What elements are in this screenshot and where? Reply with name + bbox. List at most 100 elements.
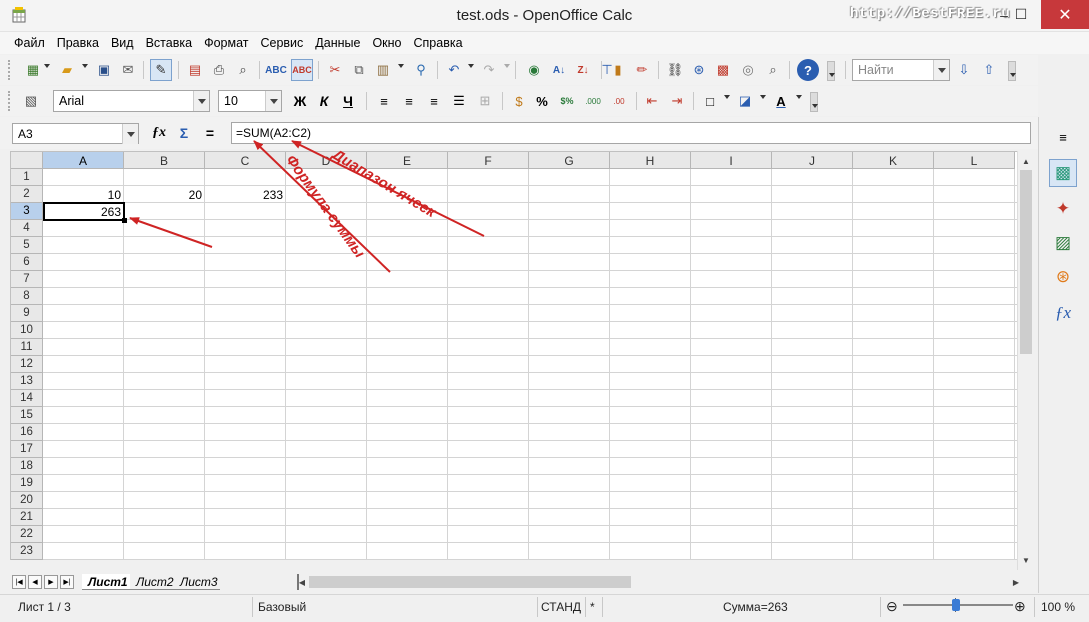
bold-button[interactable]: Ж [289, 90, 311, 112]
row-header-16[interactable]: 16 [11, 424, 43, 441]
font-color-icon[interactable]: A [770, 90, 792, 112]
sheet-tab-3[interactable]: Лист3 [174, 574, 220, 590]
toolbar-options-icon[interactable] [827, 61, 835, 81]
gallery-panel-icon[interactable]: ▨ [1049, 229, 1077, 257]
decrease-indent-icon[interactable]: ⇤ [641, 90, 663, 112]
number-format-icon[interactable]: $% [556, 90, 578, 112]
find-previous-icon[interactable]: ⇧ [978, 59, 1000, 81]
column-header-c[interactable]: C [205, 152, 286, 169]
zoom-in-icon[interactable]: ⊕ [1014, 598, 1026, 615]
row-header-8[interactable]: 8 [11, 288, 43, 305]
undo-icon[interactable]: ↶ [443, 59, 465, 81]
justify-icon[interactable]: ☰ [448, 90, 470, 112]
column-header-h[interactable]: H [610, 152, 691, 169]
clone-formatting-icon[interactable]: ⚲ [410, 59, 432, 81]
insert-chart-icon[interactable]: ▮ [607, 59, 629, 81]
cell-A2[interactable]: 10 [43, 186, 124, 203]
menu-help[interactable]: Справка [408, 32, 469, 54]
paste-icon[interactable]: ▥ [372, 59, 394, 81]
menu-edit[interactable]: Правка [51, 32, 105, 54]
vertical-scroll-thumb[interactable] [1020, 170, 1032, 354]
align-center-icon[interactable]: ≡ [398, 90, 420, 112]
page-preview-icon[interactable]: ⌕ [232, 59, 254, 81]
row-header-14[interactable]: 14 [11, 390, 43, 407]
increase-indent-icon[interactable]: ⇥ [666, 90, 688, 112]
cell-area[interactable]: 10 20 233 263 [43, 169, 1017, 560]
menu-file[interactable]: Файл [8, 32, 51, 54]
row-header-2[interactable]: 2 [11, 186, 43, 203]
row-header-17[interactable]: 17 [11, 441, 43, 458]
percent-format-icon[interactable]: % [531, 90, 553, 112]
help-icon[interactable]: ? [797, 59, 819, 81]
column-header-k[interactable]: K [853, 152, 934, 169]
add-decimal-icon[interactable]: .000 [582, 90, 604, 112]
last-sheet-icon[interactable]: ▶| [60, 575, 74, 589]
cell-B2[interactable]: 20 [124, 186, 205, 203]
menu-window[interactable]: Окно [366, 32, 407, 54]
menu-format[interactable]: Формат [198, 32, 254, 54]
find-toolbar-options-icon[interactable] [1008, 61, 1016, 81]
zoom-icon[interactable]: ⌕ [762, 59, 784, 81]
copy-icon[interactable]: ⧉ [348, 59, 370, 81]
scroll-up-icon[interactable]: ▲ [1018, 153, 1034, 169]
column-header-a[interactable]: A [43, 152, 124, 169]
menu-tools[interactable]: Сервис [254, 32, 309, 54]
open-dropdown-icon[interactable] [82, 64, 88, 68]
row-header-5[interactable]: 5 [11, 237, 43, 254]
redo-dropdown-icon[interactable] [504, 64, 510, 68]
autospellcheck-icon[interactable]: ABC [291, 59, 313, 81]
row-header-12[interactable]: 12 [11, 356, 43, 373]
toolbar-grip[interactable] [8, 91, 12, 111]
open-folder-icon[interactable]: ▰ [56, 59, 78, 81]
zoom-level[interactable]: 100 % [1041, 600, 1075, 614]
font-name-box[interactable]: Arial [53, 90, 210, 112]
row-header-22[interactable]: 22 [11, 526, 43, 543]
background-color-icon[interactable]: ◪ [734, 90, 756, 112]
sheet-tab-2[interactable]: Лист2 [130, 574, 174, 590]
row-header-7[interactable]: 7 [11, 271, 43, 288]
new-document-icon[interactable]: ▦ [22, 59, 44, 81]
prev-sheet-icon[interactable]: ◀ [28, 575, 42, 589]
sidebar-menu-icon[interactable]: ≡ [1049, 123, 1077, 151]
find-dropdown-icon[interactable] [933, 60, 949, 80]
hyperlink-icon[interactable]: ◉ [523, 59, 545, 81]
scroll-right-icon[interactable]: ▶ [1009, 574, 1023, 590]
functions-panel-icon[interactable]: ƒx [1049, 299, 1077, 327]
formula-input[interactable]: =SUM(A2:C2) [231, 122, 1031, 144]
delete-decimal-icon[interactable]: .00 [608, 90, 630, 112]
redo-icon[interactable]: ↷ [478, 59, 500, 81]
menu-insert[interactable]: Вставка [140, 32, 198, 54]
show-draw-functions-icon[interactable]: ✏ [631, 59, 653, 81]
cell-C2[interactable]: 233 [205, 186, 286, 203]
maximize-button[interactable]: ☐ [1003, 0, 1039, 29]
column-header-b[interactable]: B [124, 152, 205, 169]
row-header-23[interactable]: 23 [11, 543, 43, 560]
scroll-left-icon[interactable]: ◀ [295, 574, 309, 590]
row-header-1[interactable]: 1 [11, 169, 43, 186]
zoom-slider-knob[interactable] [952, 599, 960, 611]
scroll-down-icon[interactable]: ▼ [1018, 552, 1034, 568]
column-header-f[interactable]: F [448, 152, 529, 169]
font-name-dropdown-icon[interactable] [193, 91, 209, 111]
name-box-dropdown-icon[interactable] [122, 124, 138, 144]
save-icon[interactable]: ▣ [93, 59, 115, 81]
first-sheet-icon[interactable]: |◀ [12, 575, 26, 589]
borders-dropdown-icon[interactable] [724, 95, 730, 99]
menu-view[interactable]: Вид [105, 32, 140, 54]
horizontal-scroll-thumb[interactable] [309, 576, 631, 588]
row-header-6[interactable]: 6 [11, 254, 43, 271]
sum-display[interactable]: Сумма=263 [723, 600, 788, 614]
column-header-g[interactable]: G [529, 152, 610, 169]
row-header-18[interactable]: 18 [11, 458, 43, 475]
row-header-21[interactable]: 21 [11, 509, 43, 526]
sort-descending-icon[interactable]: Z↓ [572, 59, 594, 81]
menu-data[interactable]: Данные [309, 32, 366, 54]
font-size-box[interactable]: 10 [218, 90, 282, 112]
currency-format-icon[interactable]: $ [508, 90, 530, 112]
formatting-options-icon[interactable] [810, 92, 818, 112]
undo-dropdown-icon[interactable] [468, 64, 474, 68]
email-icon[interactable]: ✉ [117, 59, 139, 81]
gallery-icon[interactable]: ▩ [712, 59, 734, 81]
background-dropdown-icon[interactable] [760, 95, 766, 99]
cut-icon[interactable]: ✂ [324, 59, 346, 81]
